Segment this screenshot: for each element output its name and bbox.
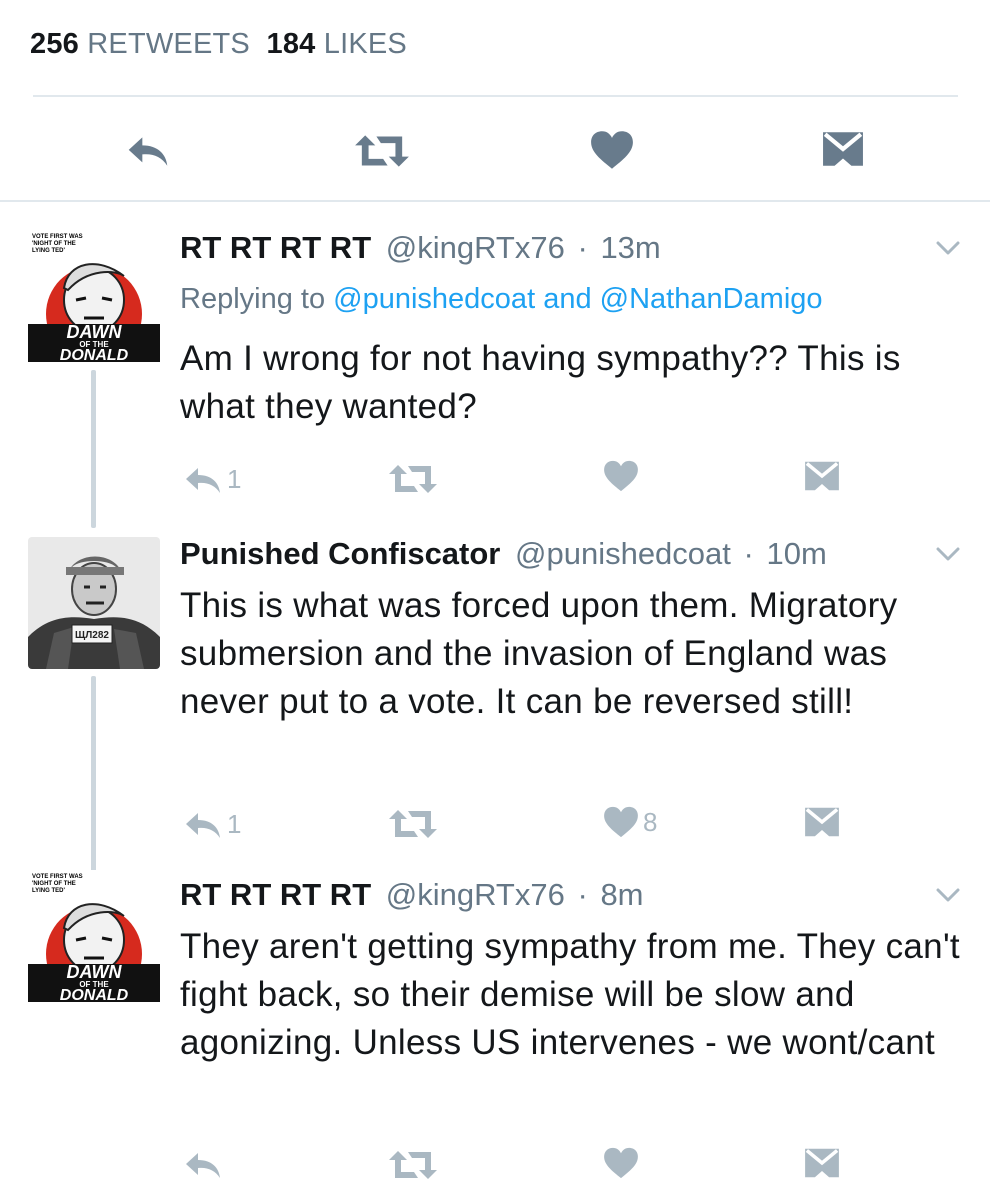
direct-message-icon — [804, 460, 840, 492]
reply-action[interactable] — [183, 1150, 227, 1180]
likes-count[interactable]: 184 — [267, 28, 316, 60]
retweets-count[interactable]: 256 — [30, 28, 79, 60]
direct-message-icon — [804, 806, 840, 838]
timestamp[interactable]: 13m — [600, 230, 660, 265]
timestamp[interactable]: 10m — [766, 536, 826, 571]
separator-dot: · — [743, 536, 754, 571]
svg-text:LYING TED': LYING TED' — [32, 248, 65, 254]
display-name[interactable]: RT RT RT RT — [180, 877, 371, 912]
like-icon — [603, 806, 639, 838]
reply-count: 1 — [227, 464, 242, 494]
svg-text:'NIGHT OF THE: 'NIGHT OF THE — [32, 881, 76, 887]
svg-text:ЩЛ282: ЩЛ282 — [75, 630, 109, 641]
svg-text:'NIGHT OF THE: 'NIGHT OF THE — [32, 241, 76, 247]
likes-label[interactable]: LIKES — [324, 28, 407, 60]
tweet-header: Punished Confiscator @punishedcoat · 10m — [180, 536, 827, 572]
dawn-of-the-donald-avatar: VOTE FIRST WAS 'NIGHT OF THE LYING TED' … — [28, 230, 160, 362]
reply-action[interactable]: 1 — [183, 464, 241, 495]
user-handle[interactable]: @punishedcoat — [515, 536, 731, 571]
svg-text:DAWN: DAWN — [67, 322, 123, 342]
retweets-label[interactable]: RETWEETS — [87, 28, 250, 60]
reply-icon[interactable] — [125, 134, 171, 168]
replying-to-prefix: Replying to — [180, 283, 326, 315]
replying-to: Replying to @punishedcoat and @NathanDam… — [180, 283, 823, 316]
display-name[interactable]: Punished Confiscator — [180, 536, 500, 571]
reply-icon — [183, 465, 223, 495]
dm-action[interactable] — [804, 806, 840, 838]
display-name[interactable]: RT RT RT RT — [180, 230, 371, 265]
dawn-of-the-donald-avatar: VOTE FIRST WAS 'NIGHT OF THE LYING TED' … — [28, 870, 160, 1002]
thread-line — [91, 676, 96, 872]
chevron-down-icon[interactable] — [936, 240, 960, 256]
dm-action[interactable] — [804, 1147, 840, 1179]
svg-text:VOTE FIRST WAS: VOTE FIRST WAS — [32, 234, 83, 240]
mention-link[interactable]: @NathanDamigo — [600, 283, 823, 315]
tweet-text: This is what was forced upon them. Migra… — [180, 586, 898, 721]
tweet-stats: 256 RETWEETS 184 LIKES — [30, 28, 407, 61]
retweet-icon — [388, 808, 438, 840]
tweet-header: RT RT RT RT @kingRTx76 · 13m — [180, 230, 661, 266]
separator-dot: · — [577, 230, 588, 265]
punished-confiscator-avatar: ЩЛ282 — [28, 537, 160, 669]
svg-text:DAWN: DAWN — [67, 962, 123, 982]
chevron-down-icon[interactable] — [936, 887, 960, 903]
reply-count: 1 — [227, 809, 242, 839]
like-action[interactable]: 8 — [603, 806, 657, 838]
thread-line — [91, 370, 96, 528]
user-handle[interactable]: @kingRTx76 — [386, 877, 565, 912]
tweet-text: They aren't getting sympathy from me. Th… — [180, 927, 960, 1062]
like-action[interactable] — [603, 1147, 643, 1179]
tweet-text: Am I wrong for not having sympathy?? Thi… — [180, 339, 901, 426]
retweet-icon — [388, 463, 438, 495]
svg-text:LYING TED': LYING TED' — [32, 888, 65, 894]
retweet-action[interactable] — [388, 463, 442, 495]
avatar[interactable]: VOTE FIRST WAS 'NIGHT OF THE LYING TED' … — [28, 870, 160, 1002]
svg-text:VOTE FIRST WAS: VOTE FIRST WAS — [32, 874, 83, 880]
like-icon — [603, 460, 639, 492]
like-count: 8 — [643, 806, 658, 837]
direct-message-icon[interactable] — [822, 130, 864, 168]
like-action[interactable] — [603, 460, 643, 492]
retweet-action[interactable] — [388, 808, 442, 840]
timestamp[interactable]: 8m — [600, 877, 643, 912]
chevron-down-icon[interactable] — [936, 546, 960, 562]
divider — [33, 95, 958, 97]
svg-text:DONALD: DONALD — [60, 347, 129, 362]
avatar[interactable]: ЩЛ282 — [28, 537, 160, 669]
avatar[interactable]: VOTE FIRST WAS 'NIGHT OF THE LYING TED' … — [28, 230, 160, 362]
reply-action[interactable]: 1 — [183, 809, 241, 840]
retweet-icon — [388, 1149, 438, 1181]
tweet-header: RT RT RT RT @kingRTx76 · 8m — [180, 877, 644, 913]
reply-icon — [183, 1150, 223, 1180]
retweet-action[interactable] — [388, 1149, 442, 1181]
like-icon — [603, 1147, 639, 1179]
replying-to-and[interactable]: and — [543, 283, 591, 315]
separator-dot: · — [577, 877, 588, 912]
divider — [0, 200, 990, 202]
dm-action[interactable] — [804, 460, 840, 492]
reply-icon — [183, 810, 223, 840]
svg-text:DONALD: DONALD — [60, 987, 129, 1002]
direct-message-icon — [804, 1147, 840, 1179]
user-handle[interactable]: @kingRTx76 — [386, 230, 565, 265]
like-icon[interactable] — [590, 130, 634, 170]
retweet-icon[interactable] — [354, 133, 410, 169]
mention-link[interactable]: @punishedcoat — [333, 283, 535, 315]
